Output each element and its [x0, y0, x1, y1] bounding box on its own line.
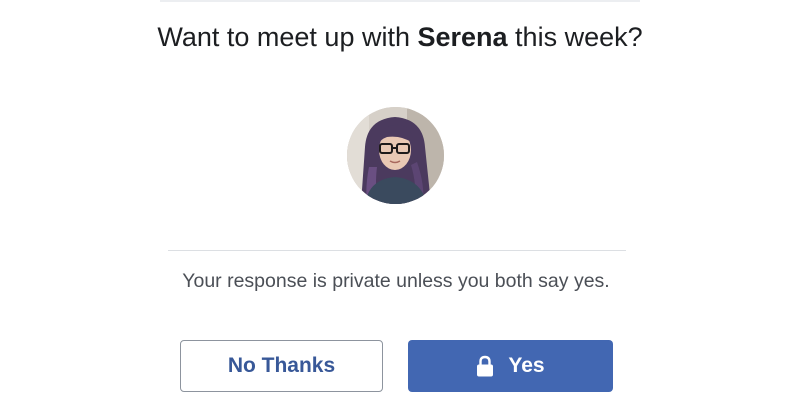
question-prefix: Want to meet up with	[157, 22, 418, 52]
top-divider	[160, 0, 640, 2]
no-thanks-label: No Thanks	[227, 354, 336, 377]
no-thanks-button[interactable]: No Thanks	[180, 340, 383, 392]
section-divider	[168, 250, 626, 251]
privacy-note: Your response is private unless you both…	[182, 270, 610, 292]
friend-name: Serena	[417, 22, 508, 52]
lock-icon	[477, 355, 494, 377]
avatar-photo	[347, 107, 444, 204]
question-suffix: this week?	[507, 22, 643, 52]
yes-label: Yes	[508, 354, 545, 377]
avatar	[347, 107, 444, 204]
meetup-question: Want to meet up with Serena this week?	[150, 20, 650, 55]
yes-button[interactable]: Yes	[408, 340, 613, 392]
